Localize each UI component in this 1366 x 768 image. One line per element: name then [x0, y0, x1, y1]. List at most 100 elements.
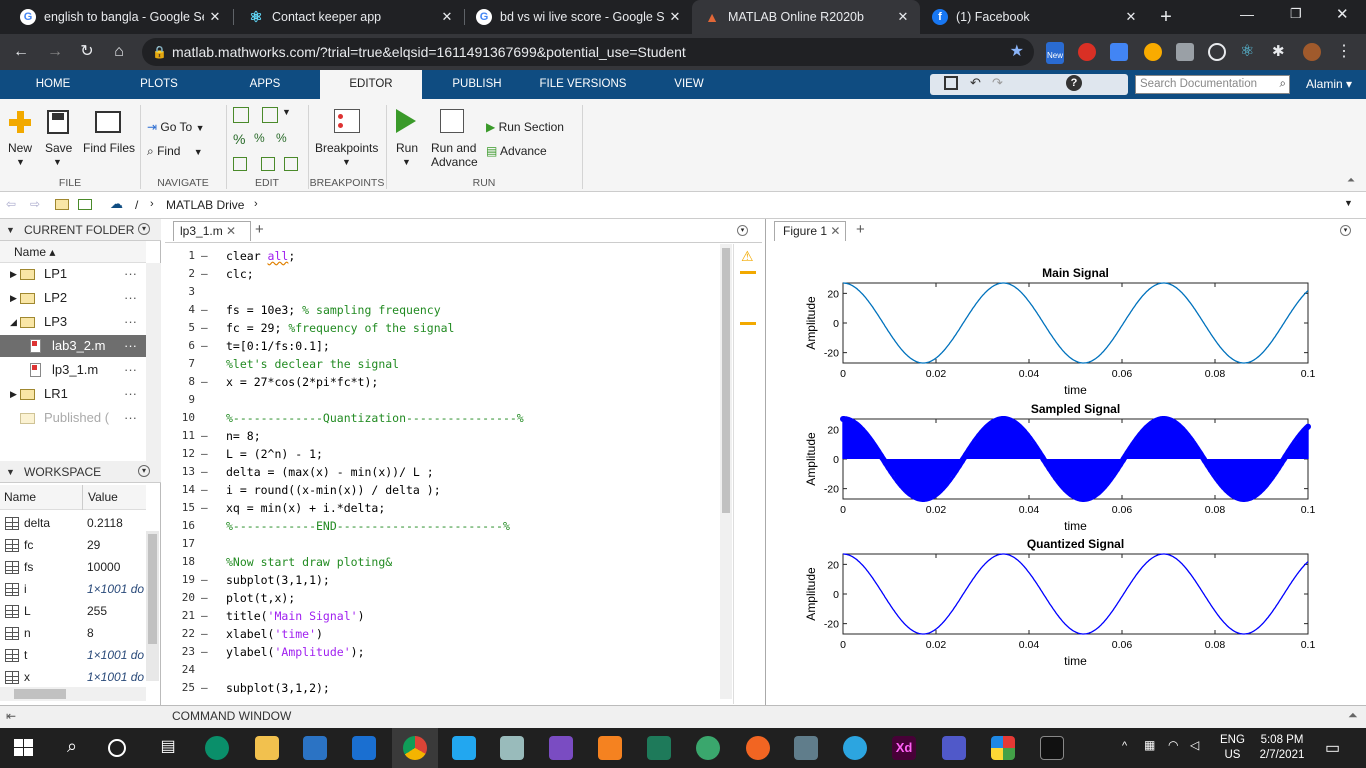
save-button[interactable]: Save [45, 141, 72, 155]
minimize-button[interactable]: — [1240, 6, 1254, 22]
workspace-variable-row[interactable]: L 255 [0, 600, 146, 622]
translate-icon[interactable] [1110, 43, 1128, 61]
windows-start-icon[interactable] [12, 736, 36, 760]
save-icon[interactable] [944, 76, 958, 90]
menu-icon[interactable]: ⋮ [1336, 43, 1354, 61]
chevron-right-icon[interactable]: ▶ [10, 287, 17, 309]
horizontal-scrollbar[interactable] [0, 687, 146, 701]
folder-item[interactable]: lp3_1.m ··· [0, 359, 146, 381]
star-icon[interactable]: ★ [1010, 38, 1024, 66]
editor-tab[interactable]: lp3_1.m ✕ [173, 221, 251, 241]
extension-icon[interactable] [1176, 43, 1194, 61]
mail-icon[interactable] [352, 736, 376, 760]
column-value[interactable]: Value [82, 485, 118, 510]
chevron-down-icon[interactable]: ▼ [16, 157, 25, 167]
tab-editor[interactable]: EDITOR [320, 70, 422, 99]
chevron-up-icon[interactable]: ⏶ [1348, 708, 1358, 723]
chevron-down-icon[interactable]: ▼ [1344, 198, 1353, 208]
code-line[interactable]: t=[0:1/fs:0.1]; [226, 339, 330, 353]
chevron-down-icon[interactable]: ◢ [10, 311, 17, 333]
browser-tab[interactable]: G bd vs wi live score - Google Se ✕ [464, 0, 692, 34]
code-line[interactable]: x = 27*cos(2*pi*fc*t); [226, 375, 378, 389]
terminal-icon[interactable] [1040, 736, 1064, 760]
up-folder-icon[interactable] [55, 199, 69, 210]
decrease-indent-icon[interactable] [284, 157, 298, 171]
warning-marker[interactable] [740, 271, 756, 274]
breakpoint-gutter[interactable]: – [201, 609, 209, 622]
options-icon[interactable]: ▾ [138, 465, 150, 477]
app-icon[interactable] [647, 736, 671, 760]
indent-icon[interactable] [233, 157, 247, 171]
xd-icon[interactable]: Xd [892, 736, 916, 760]
vscode-icon[interactable] [452, 736, 476, 760]
find-files-button[interactable]: Find Files [83, 141, 135, 155]
workspace-variable-row[interactable]: n8 [0, 622, 146, 644]
breakpoint-gutter[interactable]: – [201, 321, 209, 334]
code-line[interactable]: %let's declear the signal [226, 357, 399, 371]
tab-apps[interactable]: APPS [212, 70, 318, 99]
new-tab-button[interactable]: + [856, 221, 865, 238]
home-button[interactable]: ⌂ [108, 41, 130, 63]
close-icon[interactable]: ✕ [892, 9, 914, 25]
workspace-variable-row[interactable]: fc 29 [0, 534, 146, 556]
workspace-variable-row[interactable]: t 1×1001 do [0, 644, 146, 666]
close-window-button[interactable]: ✕ [1336, 5, 1349, 23]
folder-item[interactable]: ▶ LP2 ··· [0, 287, 146, 309]
telegram-icon[interactable] [843, 736, 867, 760]
new-button[interactable]: New [8, 141, 32, 155]
code-line[interactable]: xq = min(x) + i.*delta; [226, 501, 385, 515]
forward-icon[interactable]: ⇨ [30, 197, 40, 211]
tab-view[interactable]: VIEW [636, 70, 742, 99]
undo-icon[interactable]: ↶ [970, 75, 981, 91]
chevron-right-icon[interactable]: ▶ [10, 263, 17, 285]
code-line[interactable]: subplot(3,1,2); [226, 681, 330, 695]
code-line[interactable]: fc = 29; %frequency of the signal [226, 321, 454, 335]
notification-icon[interactable]: ▭ [1325, 738, 1340, 758]
breakpoint-gutter[interactable]: – [201, 627, 209, 640]
breakpoint-gutter[interactable]: – [201, 573, 209, 586]
code-line[interactable]: fs = 10e3; % sampling frequency [226, 303, 441, 317]
user-menu[interactable]: Alamin ▾ [1306, 70, 1352, 99]
expand-icon[interactable]: ⇤ [6, 709, 16, 723]
more-icon[interactable]: ··· [124, 311, 137, 333]
browser-tab[interactable]: G english to bangla - Google Sea ✕ [8, 0, 232, 34]
code-line[interactable]: clear all; [226, 249, 295, 263]
close-icon[interactable]: ✕ [830, 224, 840, 238]
find-button[interactable]: ⌕ Find ▼ [147, 144, 203, 159]
visual-studio-icon[interactable] [549, 736, 573, 760]
breakpoint-gutter[interactable]: – [201, 249, 209, 262]
more-icon[interactable]: ··· [124, 383, 137, 405]
options-icon[interactable]: ▾ [737, 225, 748, 236]
tab-file-versions[interactable]: FILE VERSIONS [530, 70, 636, 99]
folder-item[interactable]: Published (··· [0, 407, 146, 429]
close-icon[interactable]: ✕ [664, 9, 686, 25]
extension-icon[interactable] [1208, 43, 1226, 61]
warning-icon[interactable]: ⚠ [741, 248, 754, 265]
edge-icon[interactable] [205, 736, 229, 760]
breakpoint-gutter[interactable]: – [201, 267, 209, 280]
code-line[interactable]: xlabel('time') [226, 627, 323, 641]
warning-marker[interactable] [740, 322, 756, 325]
teams-icon[interactable] [942, 736, 966, 760]
comment-icon[interactable]: % [233, 131, 245, 147]
cortana-icon[interactable] [108, 739, 126, 757]
more-icon[interactable]: ··· [124, 263, 137, 285]
breakpoint-gutter[interactable]: – [201, 483, 209, 496]
url-bar[interactable]: 🔒 matlab.mathworks.com/?trial=true&elqsi… [142, 38, 1034, 66]
chevron-down-icon[interactable]: ▼ [282, 107, 291, 117]
app-icon[interactable] [696, 736, 720, 760]
task-view-icon[interactable]: ▤ [156, 736, 180, 760]
sublime-icon[interactable] [598, 736, 622, 760]
browser-tab[interactable]: ⚛ Contact keeper app ✕ [236, 0, 464, 34]
workspace-variable-row[interactable]: delta 0.2118 [0, 512, 146, 534]
scrollbar[interactable] [720, 244, 732, 699]
close-icon[interactable]: ✕ [204, 9, 226, 25]
tab-plots[interactable]: PLOTS [106, 70, 212, 99]
save-icon[interactable] [47, 110, 69, 134]
profile-avatar[interactable] [1303, 43, 1321, 61]
file-explorer-icon[interactable] [255, 736, 279, 760]
code-line[interactable]: title('Main Signal') [226, 609, 365, 623]
wifi-icon[interactable]: ◠ [1168, 738, 1178, 752]
redo-icon[interactable]: ↷ [992, 75, 1003, 91]
options-icon[interactable]: ▾ [1340, 225, 1351, 236]
